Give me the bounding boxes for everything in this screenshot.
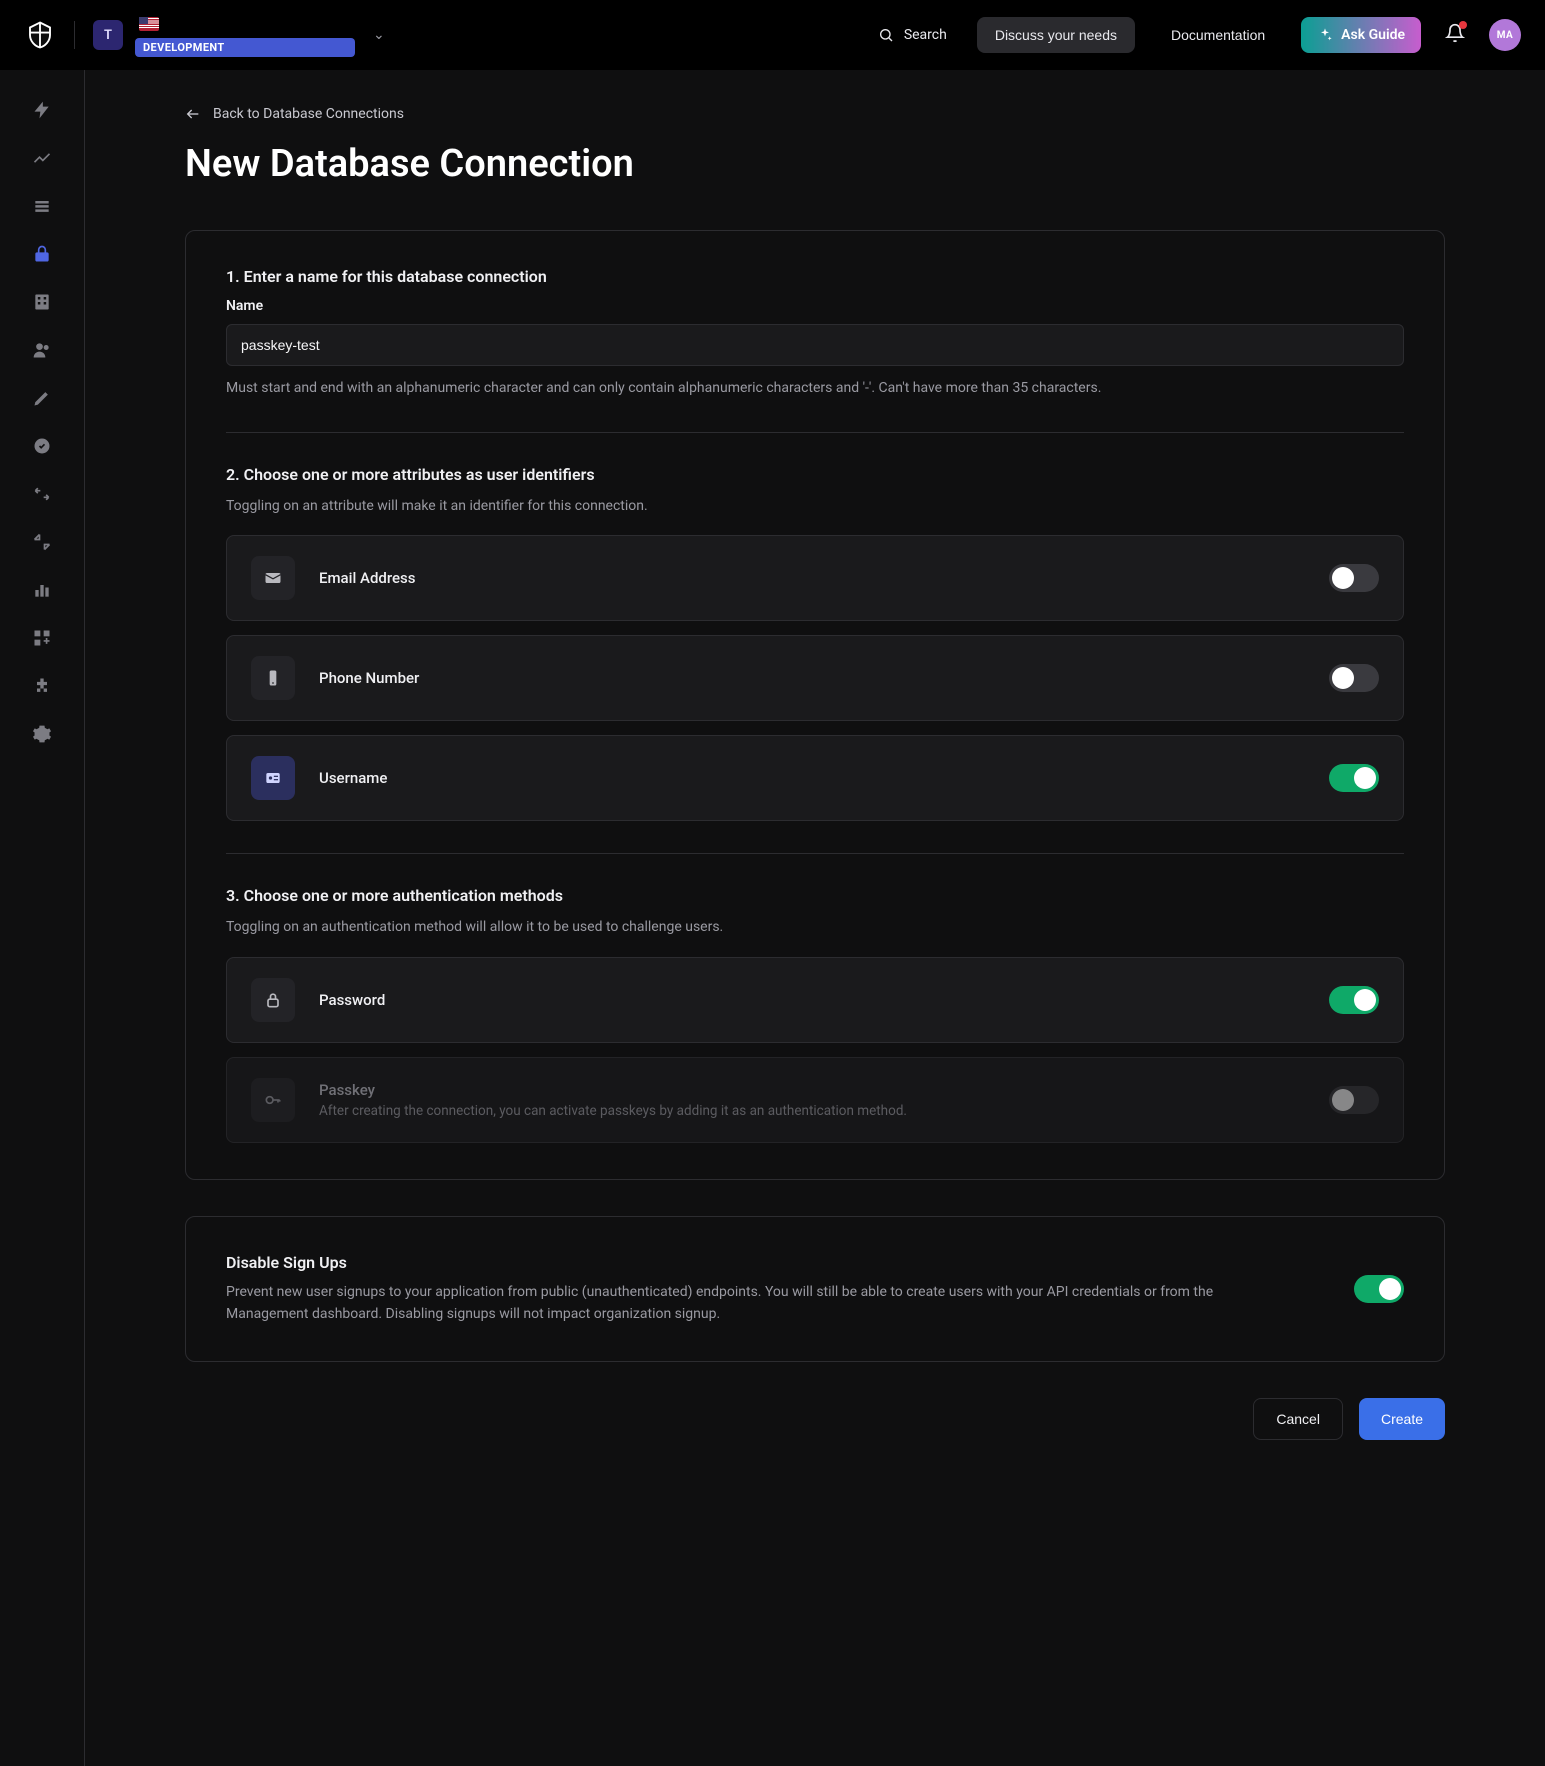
back-link-label: Back to Database Connections	[213, 106, 404, 122]
disable-signups-panel: Disable Sign Ups Prevent new user signup…	[185, 1216, 1445, 1362]
toggle-email[interactable]	[1329, 564, 1379, 592]
section-identifiers: 2. Choose one or more attributes as user…	[226, 432, 1404, 822]
sidebar-item-monitoring[interactable]	[30, 578, 54, 602]
row-label: Email Address	[319, 569, 1329, 587]
identifier-row-username: Username	[226, 735, 1404, 821]
sidebar-item-settings[interactable]	[30, 722, 54, 746]
section-heading: 2. Choose one or more attributes as user…	[226, 465, 1404, 484]
sidebar-item-quickstart[interactable]	[30, 98, 54, 122]
sidebar-item-applications[interactable]	[30, 194, 54, 218]
row-label: Phone Number	[319, 669, 1329, 687]
chevron-down-icon: ⌄	[367, 27, 391, 43]
sidebar-item-organizations[interactable]	[30, 290, 54, 314]
section-sub: Toggling on an attribute will make it an…	[226, 496, 1404, 518]
divider	[74, 21, 75, 49]
identifier-row-email: Email Address	[226, 535, 1404, 621]
toggle-phone[interactable]	[1329, 664, 1379, 692]
toggle-disable-signups[interactable]	[1354, 1275, 1404, 1303]
main-content: Back to Database Connections New Databas…	[85, 70, 1545, 1766]
search-label: Search	[904, 27, 947, 43]
auth-row-password: Password	[226, 957, 1404, 1043]
toggle-username[interactable]	[1329, 764, 1379, 792]
logo-icon	[24, 19, 56, 51]
row-desc: After creating the connection, you can a…	[319, 1103, 1329, 1119]
key-icon	[251, 1078, 295, 1122]
connection-config-panel: 1. Enter a name for this database connec…	[185, 230, 1445, 1180]
sidebar-item-branding[interactable]	[30, 386, 54, 410]
sidebar-item-security[interactable]	[30, 434, 54, 458]
row-label: Username	[319, 769, 1329, 787]
ask-guide-button[interactable]: Ask Guide	[1301, 17, 1421, 53]
tenant-name-row	[135, 14, 355, 34]
tenant-info: DEVELOPMENT	[135, 14, 355, 57]
sidebar-item-users[interactable]	[30, 338, 54, 362]
sidebar-item-actions[interactable]	[30, 482, 54, 506]
email-icon	[251, 556, 295, 600]
page-title: New Database Connection	[185, 142, 1445, 186]
toggle-passkey	[1329, 1086, 1379, 1114]
toggle-password[interactable]	[1329, 986, 1379, 1014]
auth-row-passkey: Passkey After creating the connection, y…	[226, 1057, 1404, 1143]
row-label: Passkey	[319, 1081, 1329, 1099]
section-sub: Toggling on an authentication method wil…	[226, 917, 1404, 939]
disable-signups-desc: Prevent new user signups to your applica…	[226, 1282, 1294, 1325]
search-button[interactable]: Search	[866, 19, 959, 51]
sidebar-item-marketplace[interactable]	[30, 626, 54, 650]
footer-actions: Cancel Create	[185, 1398, 1445, 1440]
section-heading: 3. Choose one or more authentication met…	[226, 886, 1404, 905]
app-header: T DEVELOPMENT ⌄ Search Discuss your need…	[0, 0, 1545, 70]
discuss-needs-button[interactable]: Discuss your needs	[977, 17, 1135, 53]
disable-signups-title: Disable Sign Ups	[226, 1253, 1294, 1272]
password-icon	[251, 978, 295, 1022]
create-button[interactable]: Create	[1359, 1398, 1445, 1440]
section-heading: 1. Enter a name for this database connec…	[226, 267, 1404, 286]
user-avatar[interactable]: MA	[1489, 19, 1521, 51]
arrow-left-icon	[185, 106, 201, 122]
sidebar-item-authentication[interactable]	[30, 242, 54, 266]
tenant-picker[interactable]: T DEVELOPMENT ⌄	[93, 14, 391, 57]
identifier-row-phone: Phone Number	[226, 635, 1404, 721]
back-link[interactable]: Back to Database Connections	[185, 106, 1445, 122]
cancel-button[interactable]: Cancel	[1253, 1398, 1343, 1440]
notification-dot	[1459, 21, 1467, 29]
region-flag-icon	[139, 17, 159, 31]
sidebar-item-activity[interactable]	[30, 146, 54, 170]
phone-icon	[251, 656, 295, 700]
search-icon	[878, 27, 894, 43]
env-badge: DEVELOPMENT	[135, 38, 355, 57]
tenant-avatar: T	[93, 20, 123, 50]
name-label: Name	[226, 298, 1404, 314]
connection-name-input[interactable]	[226, 324, 1404, 366]
documentation-link[interactable]: Documentation	[1153, 17, 1283, 53]
name-hint: Must start and end with an alphanumeric …	[226, 378, 1404, 400]
section-auth-methods: 3. Choose one or more authentication met…	[226, 853, 1404, 1143]
username-icon	[251, 756, 295, 800]
sidebar	[0, 70, 85, 1766]
sidebar-item-extensions[interactable]	[30, 674, 54, 698]
section-name: 1. Enter a name for this database connec…	[226, 267, 1404, 400]
notifications-button[interactable]	[1439, 17, 1471, 53]
sidebar-item-forms[interactable]	[30, 530, 54, 554]
row-label: Password	[319, 991, 1329, 1009]
ask-guide-label: Ask Guide	[1341, 27, 1405, 43]
sparkle-icon	[1317, 27, 1333, 43]
